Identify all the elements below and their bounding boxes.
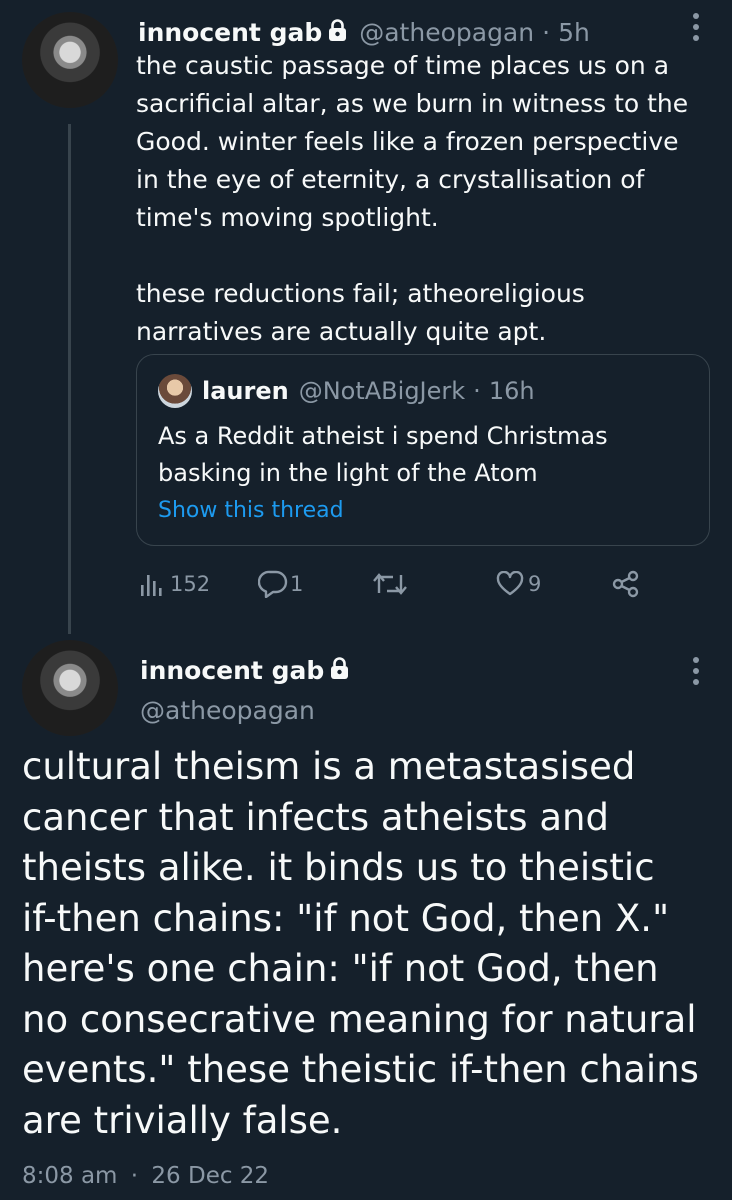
lock-icon bbox=[328, 19, 347, 45]
display-name[interactable]: innocent gab bbox=[138, 18, 322, 47]
quote-header: lauren @NotABigJerk · 16h bbox=[158, 373, 535, 409]
share-icon bbox=[612, 570, 639, 598]
retweet-icon bbox=[373, 573, 407, 595]
timestamp[interactable]: 5h bbox=[558, 18, 590, 47]
heart-icon bbox=[496, 571, 524, 596]
tweet-text: the caustic passage of time places us on… bbox=[136, 51, 689, 346]
tweet-timestamp-row: 8:08 am · 26 Dec 22 bbox=[22, 1160, 269, 1192]
like-button[interactable]: 9 bbox=[496, 568, 541, 600]
views-icon bbox=[141, 575, 162, 596]
reply-count: 1 bbox=[290, 572, 304, 596]
views-count: 152 bbox=[170, 572, 211, 596]
more-options-icon[interactable] bbox=[692, 656, 700, 690]
quote-handle: @NotABigJerk bbox=[298, 377, 466, 405]
tweet-header: innocent gab bbox=[140, 652, 349, 688]
show-thread-link[interactable]: Show this thread bbox=[158, 496, 344, 526]
tweet-date[interactable]: 26 Dec 22 bbox=[151, 1163, 269, 1189]
thread-connector-line bbox=[68, 124, 71, 634]
quote-display-name: lauren bbox=[202, 377, 289, 405]
share-button[interactable] bbox=[612, 568, 640, 600]
views-button[interactable]: 152 bbox=[140, 568, 210, 600]
separator-dot: · bbox=[542, 17, 551, 47]
handle[interactable]: @atheopagan bbox=[359, 18, 534, 47]
avatar[interactable] bbox=[22, 640, 118, 736]
display-name[interactable]: innocent gab bbox=[140, 656, 324, 685]
separator-dot: · bbox=[130, 1163, 139, 1189]
quote-timestamp: 16h bbox=[488, 377, 535, 405]
separator-dot: · bbox=[473, 377, 481, 405]
avatar[interactable] bbox=[22, 12, 118, 108]
tweet-time[interactable]: 8:08 am bbox=[22, 1163, 117, 1189]
more-options-icon[interactable] bbox=[692, 12, 700, 46]
like-count: 9 bbox=[528, 572, 542, 596]
tweet-text-main: cultural theism is a metastasised cancer… bbox=[22, 745, 699, 1142]
handle[interactable]: @atheopagan bbox=[140, 694, 315, 728]
reply-icon bbox=[258, 570, 288, 598]
lock-icon bbox=[330, 657, 349, 683]
quote-text: As a Reddit atheist i spend Christmas ba… bbox=[158, 422, 608, 487]
retweet-button[interactable] bbox=[372, 568, 408, 600]
quote-avatar bbox=[158, 374, 192, 408]
reply-button[interactable]: 1 bbox=[258, 568, 303, 600]
tweet-header: innocent gab @atheopagan · 5h bbox=[138, 14, 590, 50]
